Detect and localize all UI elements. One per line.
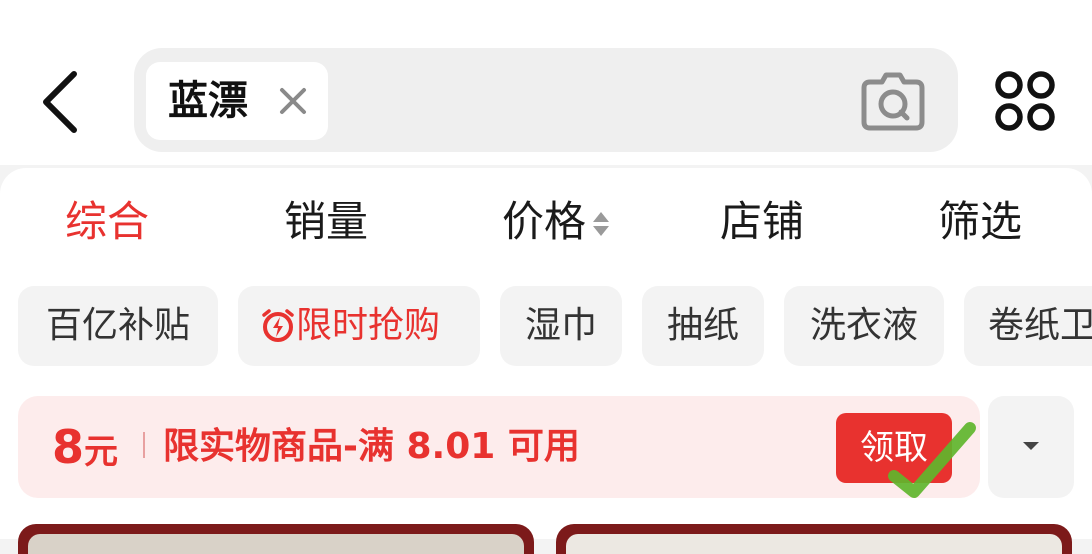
close-icon	[280, 88, 306, 114]
expand-coupons-button[interactable]	[988, 396, 1074, 498]
caret-down-icon	[1023, 442, 1039, 450]
tag-label: 限时抢购	[296, 305, 441, 346]
tag-label: 卷纸卫	[988, 305, 1092, 346]
coupon-value: 8	[52, 420, 85, 474]
tab-label: 价格	[502, 197, 587, 246]
tab-sales[interactable]: 销量	[284, 192, 368, 252]
coupon-unit: 元	[84, 432, 119, 472]
clear-keyword-button[interactable]	[274, 82, 312, 120]
sort-arrows-icon	[592, 210, 610, 240]
coupon-amount: 8元	[52, 418, 118, 481]
tag-label: 洗衣液	[809, 305, 918, 346]
tag-flash-sale[interactable]: 限时抢购	[238, 286, 480, 366]
tab-comprehensive[interactable]: 综合	[65, 192, 149, 252]
tag-laundry-detergent[interactable]: 洗衣液	[784, 286, 944, 366]
product-card[interactable]	[18, 524, 534, 554]
tag-label: 湿巾	[524, 305, 597, 346]
image-search-button[interactable]	[860, 68, 926, 134]
search-keyword-text: 蓝漂	[168, 78, 248, 124]
back-button[interactable]	[30, 62, 90, 142]
grid-icon	[995, 71, 1055, 131]
tab-price[interactable]: 价格	[502, 192, 610, 252]
tag-tissue[interactable]: 抽纸	[642, 286, 764, 366]
tab-label: 店铺	[720, 197, 805, 246]
tag-label: 百亿补贴	[45, 305, 190, 346]
camera-icon	[861, 72, 925, 131]
search-keyword-chip[interactable]: 蓝漂	[146, 62, 328, 140]
product-image	[28, 534, 524, 554]
tab-label: 销量	[284, 197, 369, 246]
check-mark-icon	[888, 422, 976, 498]
back-icon	[43, 71, 77, 133]
coupon-divider	[143, 432, 145, 458]
product-image	[566, 534, 1062, 554]
tab-label: 筛选	[938, 197, 1023, 246]
tag-wipes[interactable]: 湿巾	[500, 286, 622, 366]
tab-label: 综合	[65, 197, 150, 246]
tag-label: 抽纸	[666, 305, 739, 346]
alarm-flash-icon	[262, 309, 294, 342]
tag-subsidy[interactable]: 百亿补贴	[18, 286, 218, 366]
tab-filter[interactable]: 筛选	[938, 192, 1022, 252]
product-card[interactable]	[556, 524, 1072, 554]
tag-toilet-paper[interactable]: 卷纸卫	[964, 286, 1092, 366]
coupon-description: 限实物商品-满 8.01 可用	[163, 426, 580, 467]
layout-toggle-button[interactable]	[994, 70, 1058, 134]
tab-shop[interactable]: 店铺	[720, 192, 804, 252]
